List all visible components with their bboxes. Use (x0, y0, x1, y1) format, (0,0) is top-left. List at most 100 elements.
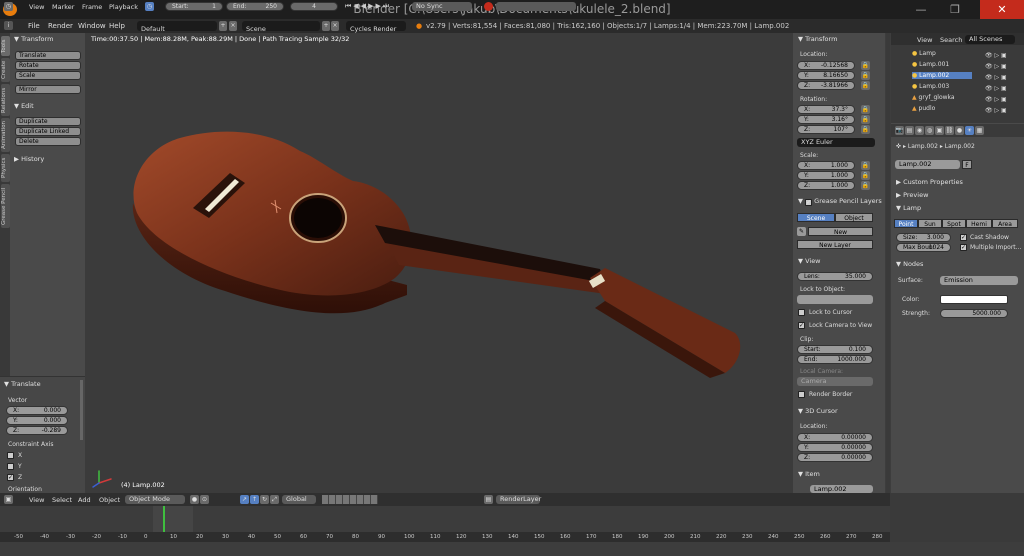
orientation-select[interactable]: Global (282, 495, 316, 504)
keying-set-field[interactable] (496, 2, 576, 11)
preview-range-icon[interactable]: ◷ (145, 2, 154, 11)
lamp-panel-header[interactable]: ▼ Lamp (896, 204, 921, 212)
view-menu[interactable]: View (29, 496, 44, 504)
cursor-panel-header[interactable]: ▼ 3D Cursor (798, 407, 838, 415)
outliner-item-selected[interactable]: ● Lamp.002 (912, 72, 972, 79)
location-x-field[interactable]: X: -0.12568 (797, 61, 855, 70)
operator-scrollbar[interactable] (80, 380, 83, 440)
lock-icon[interactable]: 🔒 (861, 171, 870, 180)
strength-field[interactable]: 5000.000 (940, 309, 1008, 318)
transform-panel-header[interactable]: ▼ Transform (14, 35, 53, 43)
render-border-checkbox[interactable] (798, 391, 805, 398)
rotation-mode-select[interactable]: XYZ Euler (797, 138, 875, 147)
menu-window[interactable]: Window (78, 22, 106, 30)
lock-icon[interactable]: 🔒 (861, 105, 870, 114)
visibility-icons[interactable]: 👁 ▷ ▣ 👁 ▷ ▣ 👁 ▷ ▣ 👁 ▷ ▣ 👁 ▷ ▣ 👁 ▷ ▣ (985, 50, 1007, 116)
rotation-z-field[interactable]: Z: 107° (797, 125, 855, 134)
delete-button[interactable]: Delete (15, 137, 81, 146)
pin-icon[interactable]: ✜ (896, 143, 901, 150)
tab-tools[interactable]: Tools (1, 36, 10, 56)
duplicate-button[interactable]: Duplicate (15, 117, 81, 126)
clip-start-field[interactable]: Start: 0.100 (797, 345, 873, 354)
preview-header[interactable]: ▶ Preview (896, 191, 928, 199)
n-transform-header[interactable]: ▼ Transform (798, 35, 837, 43)
translate-manip-icon[interactable]: ↑ (250, 495, 259, 504)
multiple-importance-checkbox[interactable]: ✓ (960, 244, 967, 251)
duplicate-linked-button[interactable]: Duplicate Linked (15, 127, 81, 136)
scene-icon[interactable]: ◉ (915, 126, 924, 135)
tab-animation[interactable]: Animation (1, 118, 10, 152)
gp-new-button[interactable]: New (808, 227, 873, 236)
axis-x-checkbox[interactable] (7, 452, 14, 459)
lamp-type-spot[interactable]: Spot (942, 219, 966, 228)
max-bounce-field[interactable]: Max Boun: 1024 (896, 243, 951, 252)
pivot-icon[interactable]: ⊙ (200, 495, 209, 504)
sync-select[interactable]: No Sync (412, 2, 472, 11)
playhead[interactable] (163, 506, 166, 532)
grease-pencil-header[interactable]: ▼ ✓ Grease Pencil Layers (798, 197, 882, 206)
tl-marker-menu[interactable]: Marker (52, 3, 74, 11)
start-frame-field[interactable]: Start: 1 (165, 2, 223, 11)
screen-add-icon[interactable]: + (219, 21, 227, 31)
lens-field[interactable]: Lens: 35.000 (797, 272, 873, 281)
history-panel-header[interactable]: ▶ History (14, 155, 44, 163)
scale-y-field[interactable]: Y: 1.000 (797, 171, 855, 180)
lock-icon[interactable]: 🔒 (861, 81, 870, 90)
rotate-button[interactable]: Rotate (15, 61, 81, 70)
outliner-filter-select[interactable]: All Scenes (965, 35, 1015, 44)
location-y-field[interactable]: Y: 8.16650 (797, 71, 855, 80)
outliner-item[interactable]: ▲ pudlo (912, 105, 935, 112)
color-swatch[interactable] (940, 295, 1008, 304)
lamp-type-hemi[interactable]: Hemi (966, 219, 992, 228)
add-menu[interactable]: Add (78, 496, 91, 504)
lamp-size-field[interactable]: Size: 3.000 (896, 233, 951, 242)
tab-create[interactable]: Create (1, 58, 10, 82)
edit-panel-header[interactable]: ▼ Edit (14, 102, 34, 110)
lock-icon[interactable]: 🔒 (861, 125, 870, 134)
rotate-manip-icon[interactable]: ↻ (260, 495, 269, 504)
sidebar-scrollbar[interactable] (886, 33, 890, 493)
surface-select[interactable]: Emission (940, 276, 1018, 285)
render-engine-select[interactable]: Cycles Render (346, 21, 406, 33)
render-layer-select[interactable]: RenderLayer (496, 495, 541, 504)
outliner-item[interactable]: ▲ gryf_glowka (912, 94, 955, 101)
gp-checkbox[interactable]: ✓ (805, 199, 813, 206)
rotation-y-field[interactable]: Y: 3.16° (797, 115, 855, 124)
playback-controls[interactable]: ⏮◀◀▶▶⏭ (345, 2, 405, 11)
new-layer-button[interactable]: New Layer (797, 240, 873, 249)
local-camera-field[interactable]: Camera (797, 377, 873, 386)
tab-physics[interactable]: Physics (1, 154, 10, 182)
object-icon[interactable]: ▣ (935, 126, 944, 135)
select-menu[interactable]: Select (52, 496, 72, 504)
object-menu[interactable]: Object (99, 496, 120, 504)
layers-icon[interactable]: ▤ (905, 126, 914, 135)
axis-y-checkbox[interactable] (7, 463, 14, 470)
current-frame-field[interactable]: 4 (290, 2, 338, 11)
scale-z-field[interactable]: Z: 1.000 (797, 181, 855, 190)
location-z-field[interactable]: Z: -3.81966 (797, 81, 855, 90)
lock-icon[interactable]: 🔒 (861, 71, 870, 80)
outliner-item[interactable]: ● Lamp (912, 50, 936, 57)
pencil-icon[interactable]: ✎ (797, 227, 806, 236)
minimize-button[interactable]: — (906, 0, 936, 19)
editor-type-icon[interactable]: i (4, 21, 13, 30)
menu-file[interactable]: File (28, 22, 40, 30)
lamp-type-sun[interactable]: Sun (918, 219, 942, 228)
texture-icon[interactable]: ▦ (975, 126, 984, 135)
cursor-y-field[interactable]: Y: 0.00000 (797, 443, 873, 452)
item-name-field[interactable]: Lamp.002 (810, 485, 873, 493)
3d-viewport[interactable] (85, 33, 793, 493)
lock-icon[interactable]: 🔒 (861, 181, 870, 190)
mode-select[interactable]: Object Mode (125, 495, 185, 504)
axis-z-checkbox[interactable]: ✓ (7, 474, 14, 481)
scene-remove-icon[interactable]: × (331, 21, 339, 31)
constraints-icon[interactable]: ⛓ (945, 126, 954, 135)
record-icon[interactable] (484, 2, 493, 11)
lamp-data-icon[interactable]: ☀ (965, 126, 974, 135)
translate-button[interactable]: Translate (15, 51, 81, 60)
screen-layout-select[interactable]: Default (137, 21, 217, 33)
cursor-x-field[interactable]: X: 0.00000 (797, 433, 873, 442)
shading-icon[interactable]: ● (190, 495, 199, 504)
cast-shadow-checkbox[interactable]: ✓ (960, 234, 967, 241)
gp-object-button[interactable]: Object (835, 213, 873, 222)
